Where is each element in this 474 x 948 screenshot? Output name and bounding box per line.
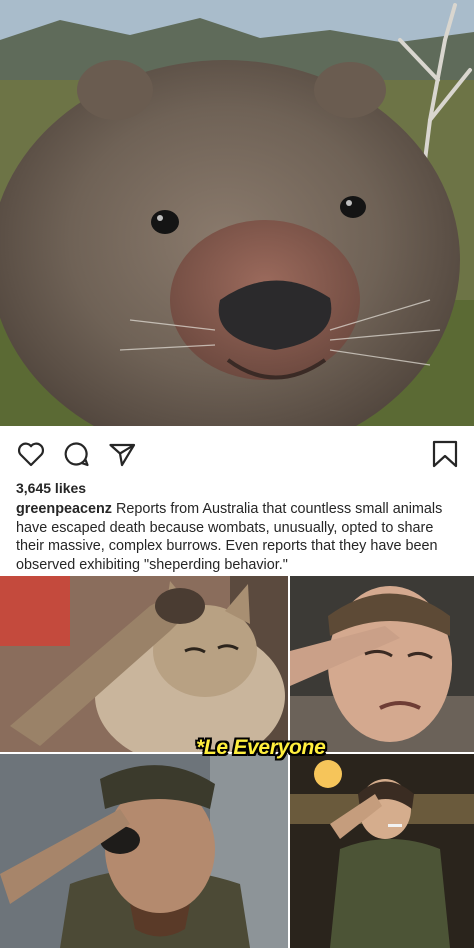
wombat-photo bbox=[0, 0, 474, 426]
smoking-man-picture bbox=[290, 754, 474, 948]
smoking-man-tile bbox=[290, 754, 474, 948]
post-action-bar bbox=[0, 426, 474, 482]
saluting-cat-picture bbox=[0, 576, 288, 752]
likes-count[interactable]: 3,645 likes bbox=[16, 480, 86, 496]
meme-caption: *Le Everyone bbox=[196, 736, 326, 759]
heart-icon[interactable] bbox=[16, 439, 46, 469]
comment-icon[interactable] bbox=[61, 439, 91, 469]
post-photo[interactable] bbox=[0, 0, 474, 426]
post-caption: greenpeacenz Reports from Australia that… bbox=[16, 500, 462, 574]
crying-man-picture bbox=[290, 576, 474, 752]
share-icon[interactable] bbox=[107, 439, 137, 469]
soldier-salute-picture bbox=[0, 754, 288, 948]
caption-username[interactable]: greenpeacenz bbox=[16, 501, 112, 517]
saluting-cat-tile bbox=[0, 576, 288, 752]
bookmark-icon[interactable] bbox=[430, 439, 460, 469]
crying-man-tile bbox=[290, 576, 474, 752]
soldier-salute-tile bbox=[0, 754, 288, 948]
